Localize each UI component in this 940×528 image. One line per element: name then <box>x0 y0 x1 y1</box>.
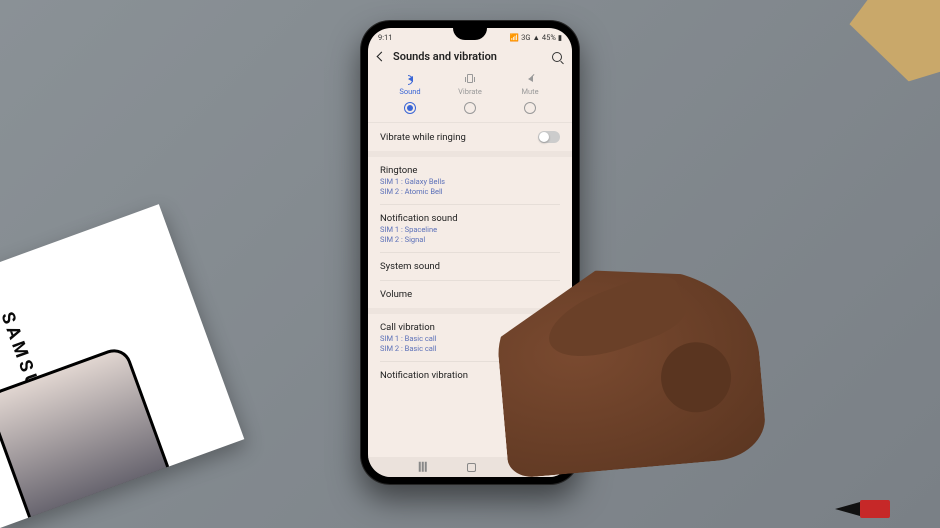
status-time: 9:11 <box>378 33 392 42</box>
mode-mute-label: Mute <box>521 87 538 96</box>
status-network: 3G <box>521 33 530 42</box>
usb-stick-prop <box>860 500 890 518</box>
ringtone-sim2: SIM 2 : Atomic Bell <box>380 187 560 196</box>
mode-vibrate-label: Vibrate <box>458 87 482 96</box>
row-system-sound[interactable]: System sound <box>368 253 572 280</box>
row-notification-sound[interactable]: Notification sound SIM 1 : Spaceline SIM… <box>368 205 572 252</box>
mode-vibrate[interactable]: Vibrate <box>440 73 500 96</box>
page-title: Sounds and vibration <box>393 50 544 63</box>
vibrate-ringing-label: Vibrate while ringing <box>380 132 466 143</box>
row-volume[interactable]: Volume <box>368 281 572 308</box>
mode-sound[interactable]: Sound <box>380 73 440 96</box>
ringtone-label: Ringtone <box>380 165 560 176</box>
mode-radio-row <box>368 96 572 123</box>
wooden-prop <box>839 0 940 94</box>
mode-mute[interactable]: Mute <box>500 73 560 96</box>
radio-sound[interactable] <box>404 102 416 114</box>
nav-recents-icon[interactable] <box>422 462 424 472</box>
row-ringtone[interactable]: Ringtone SIM 1 : Galaxy Bells SIM 2 : At… <box>368 157 572 204</box>
mute-icon <box>528 76 533 82</box>
vibrate-ringing-toggle[interactable] <box>538 131 560 143</box>
notification-sound-label: Notification sound <box>380 213 560 224</box>
row-vibrate-while-ringing[interactable]: Vibrate while ringing <box>368 123 572 151</box>
nav-home-icon[interactable] <box>467 463 476 472</box>
status-signal-icon: ▲ <box>532 33 539 42</box>
radio-vibrate[interactable] <box>464 102 476 114</box>
vibrate-icon <box>467 74 473 83</box>
notification-sound-sim2: SIM 2 : Signal <box>380 235 560 244</box>
back-icon[interactable] <box>377 52 387 62</box>
status-network-icon: 📶 <box>510 33 519 42</box>
notification-sound-sim1: SIM 1 : Spaceline <box>380 225 560 234</box>
search-icon[interactable] <box>552 52 562 62</box>
speaker-icon <box>408 76 413 82</box>
system-sound-label: System sound <box>380 261 560 272</box>
volume-label: Volume <box>380 289 560 300</box>
samsung-box-prop: SAMSUNG <box>0 204 244 528</box>
app-header: Sounds and vibration <box>368 46 572 69</box>
status-battery: 45% <box>542 33 556 42</box>
radio-mute[interactable] <box>524 102 536 114</box>
status-right: 📶 3G ▲ 45% ▮ <box>510 33 562 42</box>
ringtone-sim1: SIM 1 : Galaxy Bells <box>380 177 560 186</box>
sound-mode-tabs: Sound Vibrate Mute <box>368 69 572 96</box>
battery-icon: ▮ <box>558 33 562 42</box>
mode-sound-label: Sound <box>399 87 420 96</box>
